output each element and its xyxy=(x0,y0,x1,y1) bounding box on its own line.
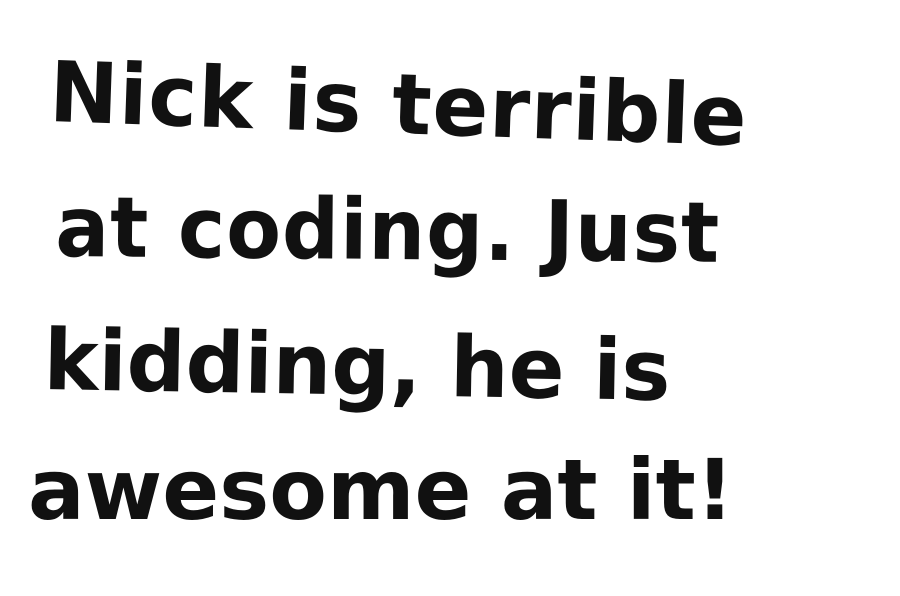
note-line-4: awesome at it! xyxy=(28,441,735,539)
note-line-1: Nick is terrible xyxy=(47,43,750,166)
note-line-2: at coding. Just xyxy=(54,178,721,282)
handwritten-note: Nick is terrible at coding. Just kidding… xyxy=(0,0,900,596)
note-line-3: kidding, he is xyxy=(42,311,672,420)
